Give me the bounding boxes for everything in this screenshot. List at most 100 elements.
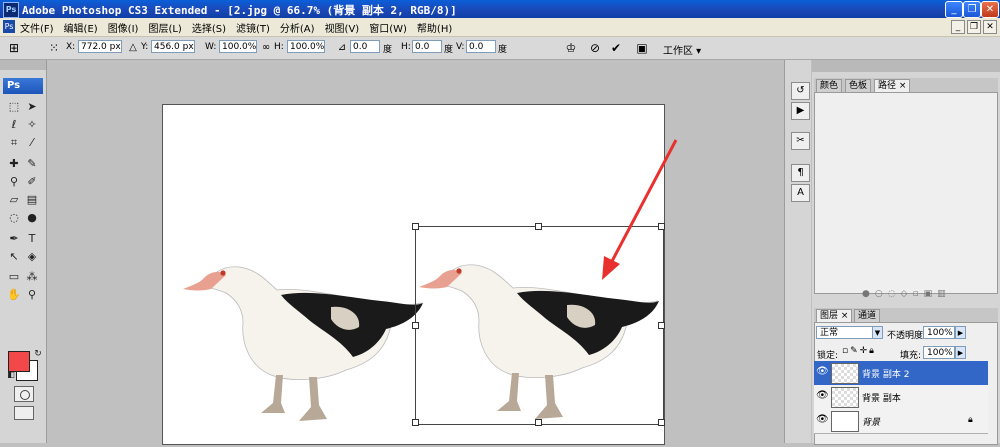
move-tool-icon[interactable]: ➤	[24, 100, 40, 114]
tab-channels[interactable]: 通道	[854, 309, 881, 323]
doc-restore-button[interactable]: ❐	[967, 20, 981, 34]
path-selection-tool-icon[interactable]: ↖	[6, 250, 22, 264]
menu-view[interactable]: 视图(V)	[325, 20, 360, 35]
close-button[interactable]: ✕	[981, 1, 999, 18]
notes-tool-icon[interactable]: ▭	[6, 270, 22, 284]
document-menu-icon[interactable]: Ps	[3, 20, 15, 33]
layer-row[interactable]: 👁︎ 背景 副本 2	[814, 361, 988, 386]
duck-image-original	[183, 266, 423, 421]
layer-row[interactable]: 👁︎ 背景 🔒︎	[814, 409, 988, 434]
hskew-unit: 度	[444, 45, 454, 55]
transform-handle-bottom-left[interactable]	[412, 419, 419, 426]
angle-input[interactable]: 0.0	[350, 40, 380, 53]
hskew-input[interactable]: 0.0	[412, 40, 442, 53]
minimize-button[interactable]: _	[945, 1, 963, 18]
lasso-tool-icon[interactable]: ℓ	[6, 118, 22, 132]
gradient-tool-icon[interactable]: ▤	[24, 193, 40, 207]
visibility-eye-icon[interactable]: 👁︎	[816, 414, 829, 426]
vskew-input[interactable]: 0.0	[466, 40, 496, 53]
toolbox-header[interactable]	[0, 60, 46, 70]
y-input[interactable]: 456.0 px	[151, 40, 195, 53]
link-icon[interactable]: ∞	[258, 40, 274, 56]
menu-image[interactable]: 图像(I)	[108, 20, 139, 35]
bridge-icon[interactable]: ▣	[634, 40, 650, 56]
default-colors-icon[interactable]: ◧	[3, 368, 19, 382]
layers-panel-tabs: 图层 × 通道	[814, 308, 998, 323]
eraser-tool-icon[interactable]: ▱	[6, 193, 22, 207]
tab-swatches[interactable]: 色板	[845, 79, 872, 93]
menu-filter[interactable]: 滤镜(T)	[236, 20, 270, 35]
history-panel-icon[interactable]: ↺	[791, 82, 810, 100]
visibility-eye-icon[interactable]: 👁︎	[816, 390, 829, 402]
blur-tool-icon[interactable]: ◌	[6, 211, 22, 225]
blend-mode-chevron-icon[interactable]: ▼	[872, 326, 883, 339]
height-input[interactable]: 100.0%	[287, 40, 325, 53]
restore-button[interactable]: ❐	[963, 1, 981, 18]
tab-paths[interactable]: 路径 ×	[874, 79, 911, 93]
opacity-input[interactable]: 100%	[923, 326, 955, 339]
transform-handle-bottom[interactable]	[535, 419, 542, 426]
blend-mode-select[interactable]: 正常	[816, 326, 874, 339]
actions-panel-icon[interactable]: ▶	[791, 102, 810, 120]
toolbox-ps-badge[interactable]: Ps	[3, 78, 43, 94]
cancel-transform-icon[interactable]: ⊘	[587, 40, 603, 56]
history-brush-tool-icon[interactable]: ✐	[24, 175, 40, 189]
paths-panel-tabs: 颜色 色板 路径 ×	[814, 78, 998, 93]
tab-layers[interactable]: 图层 ×	[816, 309, 853, 323]
menu-items: 文件(F) 编辑(E) 图像(I) 图层(L) 选择(S) 滤镜(T) 分析(A…	[20, 20, 452, 35]
crop-tool-icon[interactable]: ⌗	[6, 136, 22, 150]
quick-mask-button[interactable]	[14, 386, 34, 402]
transform-handle-top-left[interactable]	[412, 223, 419, 230]
magic-wand-tool-icon[interactable]: ✧	[24, 118, 40, 132]
type-tool-icon[interactable]: T	[24, 232, 40, 246]
pen-tool-icon[interactable]: ✒	[6, 232, 22, 246]
fill-input[interactable]: 100%	[923, 346, 955, 359]
zoom-tool-icon[interactable]: ⚲	[24, 288, 40, 302]
lock-options-icons[interactable]: ▫✎✛🔒︎	[842, 346, 892, 356]
transform-handle-right[interactable]	[658, 322, 665, 329]
healing-brush-tool-icon[interactable]: ✚	[6, 157, 22, 171]
hand-tool-icon[interactable]: ✋	[6, 288, 22, 302]
move-tool-preset-icon[interactable]: ⊞	[6, 40, 22, 56]
marquee-tool-icon[interactable]: ⬚	[6, 100, 22, 114]
menu-analysis[interactable]: 分析(A)	[280, 20, 315, 35]
shape-tool-icon[interactable]: ◈	[24, 250, 40, 264]
doc-minimize-button[interactable]: _	[951, 20, 965, 34]
screen-mode-button[interactable]	[14, 406, 34, 420]
layer-row[interactable]: 👁︎ 背景 副本	[814, 385, 988, 410]
menu-help[interactable]: 帮助(H)	[417, 20, 452, 35]
opacity-arrow-icon[interactable]: ▶	[955, 326, 966, 339]
eyedropper-tool-icon[interactable]: ⁂	[24, 270, 40, 284]
width-input[interactable]: 100.0%	[219, 40, 257, 53]
transform-handle-top[interactable]	[535, 223, 542, 230]
transform-handle-bottom-right[interactable]	[658, 419, 665, 426]
clone-stamp-tool-icon[interactable]: ⚲	[6, 175, 22, 189]
brush-tool-icon[interactable]: ✎	[24, 157, 40, 171]
paragraph-panel-icon[interactable]: ¶	[791, 164, 810, 182]
swap-colors-icon[interactable]: ↻	[30, 347, 46, 361]
character-panel-icon[interactable]: A	[791, 184, 810, 202]
warp-mode-icon[interactable]: ♔	[563, 40, 579, 56]
workspace-menu[interactable]: 工作区 ▾	[663, 42, 701, 57]
fill-arrow-icon[interactable]: ▶	[955, 346, 966, 359]
paths-panel-footer-icons[interactable]: ●○◌◇▫▣▥	[862, 289, 992, 301]
layer-name: 背景 副本	[862, 394, 901, 404]
menu-layer[interactable]: 图层(L)	[148, 20, 181, 35]
transform-handle-left[interactable]	[412, 322, 419, 329]
visibility-eye-icon[interactable]: 👁︎	[816, 366, 829, 378]
menu-file[interactable]: 文件(F)	[20, 20, 54, 35]
menu-select[interactable]: 选择(S)	[192, 20, 226, 35]
relative-position-icon[interactable]: △	[125, 40, 141, 56]
reference-point-icon[interactable]: ⁙	[46, 40, 62, 56]
menu-edit[interactable]: 编辑(E)	[64, 20, 98, 35]
tab-color[interactable]: 颜色	[816, 79, 843, 93]
dodge-tool-icon[interactable]: ●	[24, 211, 40, 225]
rotate-angle-icon: ⊿	[337, 42, 347, 53]
slice-tool-icon[interactable]: ⁄	[24, 136, 40, 150]
doc-close-button[interactable]: ✕	[983, 20, 997, 34]
x-input[interactable]: 772.0 px	[78, 40, 122, 53]
panel-header-bar[interactable]	[812, 60, 1000, 72]
commit-transform-icon[interactable]: ✔	[608, 40, 624, 56]
menu-window[interactable]: 窗口(W)	[369, 20, 407, 35]
tool-presets-panel-icon[interactable]: ✂	[791, 132, 810, 150]
